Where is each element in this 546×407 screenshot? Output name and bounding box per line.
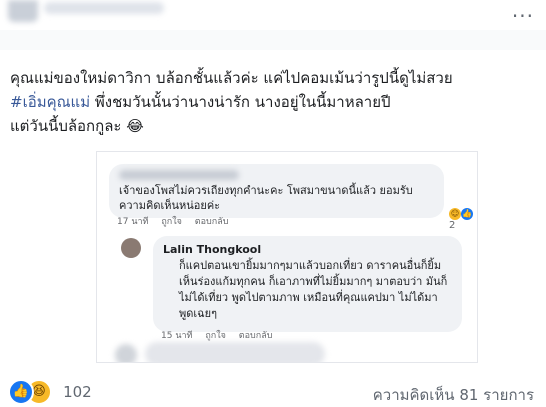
comment-1-reply: ตอบกลับ [194,217,229,227]
post-line-2-text: พึ่งชมวันนั้นว่านางน่ารัก นางอยู่ในนี้มา… [90,93,391,111]
comment-2-text: ก็แคปตอนเขายิ้มมากๆมาแล้วบอกเที่ยว ดาราค… [179,259,448,320]
post-line-3: แต่วันนี้บล้อกกูละ 😂 [10,117,144,135]
like-icon: 👍 [8,379,34,405]
embedded-comment-screenshot[interactable]: เจ้าของโพสไม่ควรเถียงทุกคำนะคะ โพสมาขนาด… [96,151,478,363]
comments-count-link[interactable]: ความคิดเห็น 81 รายการ [373,383,534,407]
comment-bubble-2: Lalin Thongkool ก็แคปตอนเขายิ้มมากๆมาแล้… [153,236,462,332]
comment-3-bubble [145,342,325,362]
header-divider [0,30,546,50]
comment-1-text: เจ้าของโพสไม่ควรเถียงทุกคำนะคะ โพสมาขนาด… [119,184,413,212]
comment-1-reactions: ☺ 👍 2 [449,208,477,231]
avatar [121,238,141,258]
reaction-count: 102 [63,383,92,401]
avatar [115,344,137,362]
comment-1-reaction-count: 2 [449,220,456,231]
haha-icon: ☺ [449,208,461,220]
comment-2-author: Lalin Thongkool [163,243,262,256]
comment-1-time: 17 นาที [117,217,149,227]
post-text: คุณแม่ของใหม่ดาวิกา บล้อกชั้นแล้วค่ะ แค่… [10,66,535,138]
comment-1-like: ถูกใจ [161,217,182,227]
post-header: ··· [0,0,546,55]
post-line-1: คุณแม่ของใหม่ดาวิกา บล้อกชั้นแล้วค่ะ แค่… [10,69,453,87]
post-line-2: #เอิ่มคุณแม่ พึ่งชมวันนั้นว่านางน่ารัก น… [10,90,535,114]
comment-1-meta: 17 นาที ถูกใจ ตอบกลับ [117,214,238,228]
post-footer: 👍 😆 102 ความคิดเห็น 81 รายการ [0,374,546,406]
comment-author-blurred [119,170,239,180]
hashtag-link[interactable]: #เอิ่มคุณแม่ [10,93,90,111]
more-horizontal-icon[interactable]: ··· [512,4,534,28]
comment-3-blurred [115,338,445,362]
reactions-summary[interactable]: 👍 😆 102 [8,379,92,405]
like-icon: 👍 [461,208,473,220]
comment-bubble-1: เจ้าของโพสไม่ควรเถียงทุกคำนะคะ โพสมาขนาด… [109,164,444,218]
avatar[interactable] [8,0,38,22]
author-name-blurred[interactable] [44,2,164,14]
